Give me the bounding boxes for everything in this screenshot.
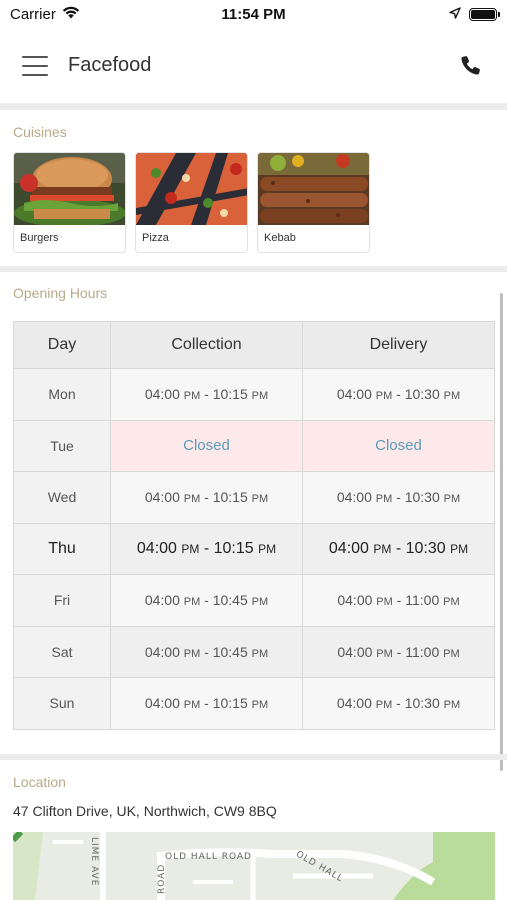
collection-hours-cell: 04:00 PM - 10:15 PM [110, 368, 303, 421]
map-street-label: ROAD [157, 863, 167, 894]
location-label: Location [13, 774, 66, 790]
cuisine-name: Kebab [264, 232, 296, 244]
day-cell: Sat [13, 625, 111, 678]
day-cell: Sun [13, 677, 111, 730]
opening-hours-label: Opening Hours [13, 285, 108, 301]
day-cell: Mon [13, 368, 111, 421]
map-street-label: OLD HALL ROAD [165, 852, 252, 862]
delivery-hours-cell: 04:00 PM - 10:30 PM [302, 471, 495, 524]
cuisine-name: Pizza [142, 232, 169, 244]
location-arrow-icon [449, 6, 461, 23]
table-row: Sun 04:00 PM - 10:15 PM 04:00 PM - 10:30… [13, 677, 495, 730]
collection-closed-cell: Closed [110, 419, 303, 472]
battery-icon [469, 7, 500, 21]
scrollbar[interactable] [500, 293, 503, 771]
section-divider [0, 266, 507, 272]
table-row-today: Thu 04:00 PM - 10:15 PM 04:00 PM - 10:30… [13, 522, 495, 575]
opening-hours-table: Day Collection Delivery Mon 04:00 PM - 1… [13, 321, 495, 730]
collection-hours-cell: 04:00 PM - 10:45 PM [110, 625, 303, 678]
day-cell: Wed [13, 471, 111, 524]
table-row: Wed 04:00 PM - 10:15 PM 04:00 PM - 10:30… [13, 471, 495, 524]
map-view[interactable]: LIME AVE ROAD OLD HALL ROAD OLD HALL [13, 832, 495, 900]
burger-image [14, 153, 125, 225]
cuisine-name: Burgers [20, 232, 59, 244]
delivery-closed-cell: Closed [302, 419, 495, 472]
hamburger-icon[interactable] [22, 55, 48, 76]
section-divider [0, 104, 507, 110]
table-row: Fri 04:00 PM - 10:45 PM 04:00 PM - 11:00… [13, 574, 495, 627]
day-cell: Tue [13, 419, 111, 472]
delivery-hours-cell: 04:00 PM - 10:30 PM [302, 522, 495, 575]
address-text: 47 Clifton Drive, UK, Northwich, CW9 8BQ [13, 803, 277, 819]
column-header-collection: Collection [110, 321, 303, 369]
day-cell: Fri [13, 574, 111, 627]
table-row: Mon 04:00 PM - 10:15 PM 04:00 PM - 10:30… [13, 368, 495, 421]
day-cell: Thu [13, 522, 111, 575]
phone-icon[interactable] [457, 52, 485, 80]
wifi-icon [62, 6, 80, 23]
collection-hours-cell: 04:00 PM - 10:45 PM [110, 574, 303, 627]
collection-hours-cell: 04:00 PM - 10:15 PM [110, 471, 303, 524]
cuisine-card-burgers[interactable]: Burgers [13, 152, 126, 253]
pizza-image [136, 153, 247, 225]
column-header-day: Day [13, 321, 111, 369]
table-row: Tue Closed Closed [13, 419, 495, 472]
page-title: Facefood [68, 54, 152, 76]
delivery-hours-cell: 04:00 PM - 10:30 PM [302, 368, 495, 421]
map-street-label: LIME AVE [89, 837, 99, 887]
cuisine-card-kebab[interactable]: Kebab [257, 152, 370, 253]
cuisines-list: Burgers Pizza Kebab [13, 152, 370, 253]
column-header-delivery: Delivery [302, 321, 495, 369]
cuisine-card-pizza[interactable]: Pizza [135, 152, 248, 253]
collection-hours-cell: 04:00 PM - 10:15 PM [110, 522, 303, 575]
table-header-row: Day Collection Delivery [13, 321, 495, 369]
delivery-hours-cell: 04:00 PM - 11:00 PM [302, 625, 495, 678]
cuisines-label: Cuisines [13, 124, 67, 140]
delivery-hours-cell: 04:00 PM - 10:30 PM [302, 677, 495, 730]
collection-hours-cell: 04:00 PM - 10:15 PM [110, 677, 303, 730]
nav-bar: Facefood [0, 28, 507, 104]
delivery-hours-cell: 04:00 PM - 11:00 PM [302, 574, 495, 627]
status-bar: Carrier 11:54 PM [0, 0, 507, 28]
kebab-image [258, 153, 369, 225]
table-row: Sat 04:00 PM - 10:45 PM 04:00 PM - 11:00… [13, 625, 495, 678]
carrier-label: Carrier [10, 5, 56, 23]
section-divider [0, 754, 507, 760]
